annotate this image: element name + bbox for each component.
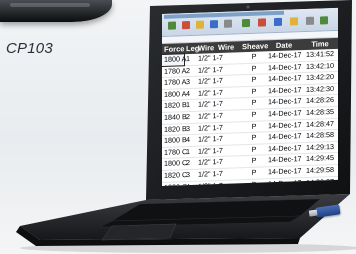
cell-date[interactable]: 14-Dec-17 [266,85,302,97]
cell-sheave[interactable]: P [240,156,266,168]
cell-force[interactable]: 1820 B [162,124,187,135]
cell-date[interactable]: 14-Dec-17 [266,131,302,143]
cell-time[interactable]: 14:29:58 [300,165,338,177]
cell-leg[interactable]: 4 [184,89,196,100]
cell-wire-size[interactable]: 1/2" 1-7 [196,110,240,122]
ribbon-icon [320,16,328,25]
cell-force[interactable]: 1800 A [162,53,186,67]
cell-time[interactable]: 14:28:47 [300,118,338,130]
cell-wire-size[interactable]: 1/2" 1-7 [196,52,240,64]
table-body: 1800 A 1 1/2" 1-7 P 14-Dec-17 13:41:52 1780 A2… [162,48,338,187]
cell-date[interactable]: 14-Dec-17 [266,62,302,74]
cell-wire-size[interactable]: 1/2" 1-7 [196,122,240,134]
laptop-screen: Force Leg Wire Wire Size Sheave Date Tim… [162,7,338,187]
ribbon-icon [306,16,314,25]
cell-leg[interactable]: 2 [184,65,196,76]
cell-force[interactable]: 1800 A [162,89,186,100]
cell-leg[interactable]: 1 [184,100,196,111]
cell-time[interactable]: 14:28:58 [300,130,338,142]
cell-leg[interactable]: 4 [184,135,196,146]
cell-sheave[interactable]: P [240,63,266,75]
cell-sheave[interactable]: P [240,133,266,145]
cell-force[interactable]: 1840 B [162,112,187,123]
ribbon-icon [210,20,218,29]
cell-leg[interactable]: 3 [184,170,196,181]
cell-force[interactable]: 1780 A [162,66,186,77]
cell-leg[interactable]: 3 [184,123,196,134]
cell-leg[interactable]: 2 [184,112,196,123]
cell-date[interactable]: 14-Dec-17 [266,108,302,120]
usb-plug [308,209,318,217]
cell-time[interactable]: 14:29:13 [300,142,338,154]
cell-sheave[interactable]: P [240,98,266,110]
header-wire: Wire [198,43,215,53]
cell-time[interactable]: 13:42:30 [300,84,338,96]
cell-force[interactable]: 1820 B [162,101,187,112]
cell-time[interactable]: 14:28:35 [300,107,338,119]
cell-wire-size[interactable]: 1/2" 1-7 [196,145,240,157]
cell-wire-size[interactable]: 1/2" 1-7 [196,168,240,180]
cell-leg[interactable]: 3 [184,77,196,88]
cell-force[interactable]: 1800 B [162,135,187,146]
cell-force[interactable]: 1820 C [162,170,187,181]
cell-wire-size[interactable]: 1/2" 1-7 [196,75,240,87]
cell-date[interactable]: 14-Dec-17 [266,120,302,132]
ribbon-icon [274,17,282,27]
webcam-icon [246,5,250,9]
cell-time[interactable]: 13:42:20 [300,72,338,84]
cell-date[interactable]: 14-Dec-17 [266,50,302,62]
cell-sheave[interactable]: P [240,144,266,156]
ribbon-icon [242,18,250,28]
cell-time[interactable]: 13:42:10 [300,60,338,72]
cell-date[interactable]: 14-Dec-17 [266,166,302,178]
cell-leg[interactable]: 2 [184,158,196,169]
cell-force[interactable]: 1780 A [162,77,186,88]
cell-force[interactable]: 1780 C [162,147,187,158]
cell-sheave[interactable]: P [240,86,266,98]
cell-wire-size[interactable]: 1/2" 1-7 [196,87,240,99]
cell-wire-size[interactable]: 1/2" 1-7 [196,99,240,111]
cell-sheave[interactable]: P [240,51,266,63]
laptop-shadow [20,243,356,253]
cell-time[interactable]: 13:41:52 [300,49,338,61]
cell-wire-size[interactable]: 1/2" 1-7 [196,133,240,145]
ribbon-icon [224,19,232,28]
ribbon-icon [258,18,266,27]
cell-sheave[interactable]: P [240,75,266,87]
cell-wire-size[interactable]: 1/2" 1-7 [196,157,240,169]
cell-date[interactable]: 14-Dec-17 [266,154,302,167]
ribbon-icon [168,21,176,30]
cell-sheave[interactable]: P [240,121,266,133]
cell-date[interactable]: 14-Dec-17 [266,97,302,109]
cell-sheave[interactable]: P [240,167,266,179]
touchpad [101,223,177,241]
header-wire-size: Wire Size [218,42,235,64]
laptop: Force Leg Wire Wire Size Sheave Date Tim… [0,0,356,254]
cell-date[interactable]: 14-Dec-17 [266,73,302,85]
ribbon-icon [182,21,190,30]
cell-force[interactable]: 1800 C [162,158,187,170]
cell-leg[interactable]: 1 [184,54,196,65]
cell-sheave[interactable]: P [240,109,266,121]
cell-wire-size[interactable]: 1/2" 1-7 [196,64,240,76]
cell-leg[interactable]: 1 [184,147,196,158]
header-leg: Leg [186,43,200,54]
header-force: Force [164,44,185,54]
cell-time[interactable]: 14:28:26 [300,95,338,107]
ribbon-icon [290,17,298,26]
ribbon-icon [196,20,204,29]
cell-date[interactable]: 14-Dec-17 [266,143,302,155]
cell-time[interactable]: 14:29:45 [300,153,338,165]
